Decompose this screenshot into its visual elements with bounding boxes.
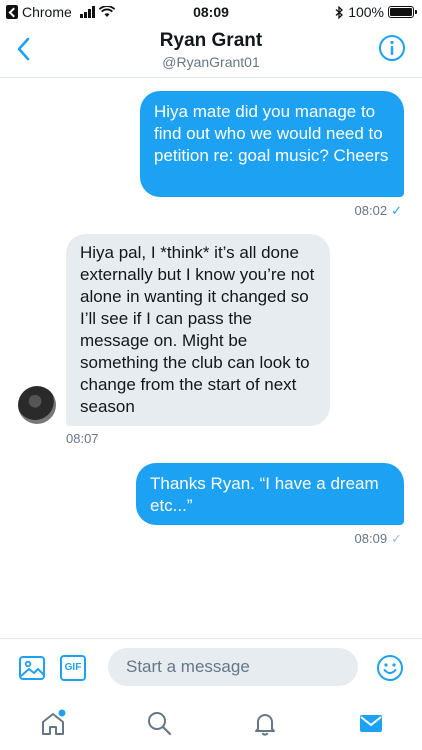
- message-input[interactable]: [108, 648, 358, 686]
- search-icon[interactable]: [144, 708, 174, 738]
- bluetooth-icon: [335, 5, 344, 19]
- message-time: 08:07: [66, 431, 99, 446]
- message-time: 08:02: [354, 203, 388, 218]
- battery-percent: 100%: [348, 4, 384, 20]
- status-right: 100%: [335, 4, 417, 20]
- contact-handle: @RyanGrant01: [162, 54, 260, 70]
- contact-name: Ryan Grant: [159, 30, 263, 51]
- tab-bar: [0, 696, 422, 750]
- message-composer: GIF: [0, 638, 422, 696]
- emoji-icon[interactable]: [376, 654, 404, 682]
- message-time: 08:09: [354, 531, 388, 546]
- message-meta: 08:09 ✓: [355, 531, 402, 547]
- status-bar: Chrome 08:09 100%: [0, 0, 422, 24]
- home-icon[interactable]: [38, 708, 68, 738]
- sent-check-icon: ✓: [391, 203, 402, 218]
- battery-icon: [388, 6, 417, 18]
- conversation-header: Ryan Grant @RyanGrant01: [0, 24, 422, 78]
- message-meta: 08:02 ✓: [355, 203, 402, 219]
- messages-envelope-icon[interactable]: [356, 708, 386, 738]
- notifications-bell-icon[interactable]: [250, 708, 280, 738]
- battery-fill: [390, 8, 412, 16]
- message-bubble-outgoing[interactable]: Hiya mate did you manage to find out who…: [140, 91, 404, 197]
- read-check-icon: ✓: [391, 531, 402, 546]
- message-bubble-incoming[interactable]: Hiya pal, I *think* it’s all done extern…: [66, 234, 330, 426]
- message-bubble-outgoing[interactable]: Thanks Ryan. “I have a dream etc...”: [136, 463, 404, 525]
- info-icon[interactable]: [378, 34, 406, 62]
- avatar[interactable]: [18, 386, 56, 424]
- image-icon[interactable]: [18, 655, 46, 681]
- gif-icon[interactable]: GIF: [60, 655, 86, 681]
